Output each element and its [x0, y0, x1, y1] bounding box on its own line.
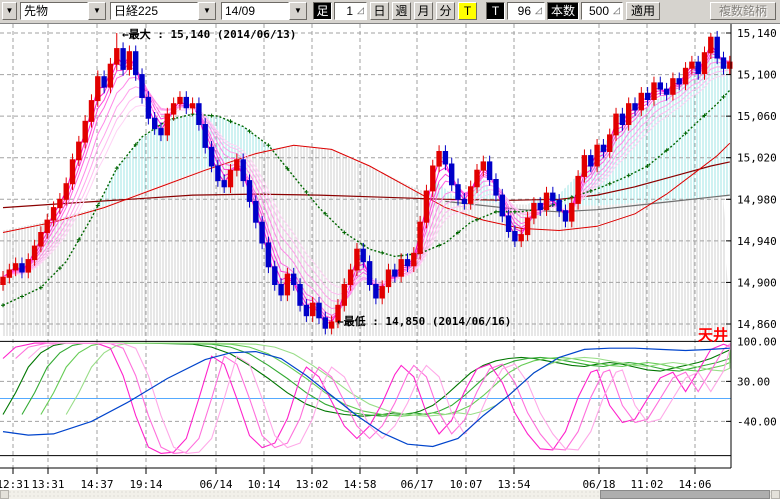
bar-count-value: 500 — [582, 3, 611, 19]
corner-dropdown-button[interactable]: ▼ — [2, 2, 17, 20]
svg-text:-40.00: -40.00 — [737, 415, 777, 428]
svg-text:30.00: 30.00 — [737, 375, 770, 388]
apply-button[interactable]: 適用 — [626, 2, 660, 20]
period-month-button[interactable]: 月 — [414, 2, 433, 20]
toolbar: ▼ 先物 ▼ 日経225 ▼ 14/09 ▼ 足 1 ◿ 日 週 月 分 T T… — [0, 0, 780, 24]
chart-application-window: ▼ 先物 ▼ 日経225 ▼ 14/09 ▼ 足 1 ◿ 日 週 月 分 T T… — [0, 0, 780, 500]
bar-count-stepper[interactable]: 500 ◿ — [581, 2, 623, 20]
instrument-value: 日経225 — [110, 2, 198, 20]
scrollbar-thumb[interactable] — [600, 490, 770, 499]
tick-label: T — [486, 2, 505, 20]
svg-text:14,860: 14,860 — [737, 318, 777, 331]
svg-text:←最大 : 15,140 (2014/06/13): ←最大 : 15,140 (2014/06/13) — [122, 27, 296, 41]
chevron-down-icon[interactable]: ▼ — [289, 2, 307, 20]
spinner-icon[interactable]: ◿ — [355, 3, 366, 19]
svg-text:15,140: 15,140 — [737, 27, 777, 40]
spinner-icon[interactable]: ◿ — [533, 3, 544, 19]
spinner-icon[interactable]: ◿ — [611, 3, 622, 19]
svg-text:14,980: 14,980 — [737, 193, 777, 206]
contract-month-combobox[interactable]: 14/09 ▼ — [221, 2, 307, 20]
bar-interval-value: 1 — [335, 3, 355, 19]
period-day-button[interactable]: 日 — [370, 2, 389, 20]
tick-size-stepper[interactable]: 96 ◿ — [507, 2, 545, 20]
svg-text:15,100: 15,100 — [737, 69, 777, 82]
chevron-down-icon[interactable]: ▼ — [198, 2, 216, 20]
contract-month-value: 14/09 — [221, 2, 289, 20]
chevron-down-icon[interactable]: ▼ — [88, 2, 106, 20]
bar-type-label: 足 — [313, 2, 332, 20]
scroll-left-arrow[interactable] — [0, 490, 9, 499]
period-tick-button[interactable]: T — [458, 2, 477, 20]
svg-text:14,940: 14,940 — [737, 235, 777, 248]
period-minute-button[interactable]: 分 — [436, 2, 455, 20]
price-and-oscillator-chart[interactable]: 15,140 15,100 15,060 15,020 14,980 14,940 14,9… — [0, 0, 780, 500]
tick-size-value: 96 — [508, 3, 533, 19]
bar-count-label: 本数 — [547, 2, 579, 20]
svg-text:←最低 : 14,850 (2014/06/16): ←最低 : 14,850 (2014/06/16) — [337, 314, 511, 328]
svg-text:14,900: 14,900 — [737, 276, 777, 289]
svg-text:15,060: 15,060 — [737, 110, 777, 123]
instrument-type-value: 先物 — [20, 2, 88, 20]
period-week-button[interactable]: 週 — [392, 2, 411, 20]
svg-text:15,020: 15,020 — [737, 152, 777, 165]
bar-interval-stepper[interactable]: 1 ◿ — [334, 2, 367, 20]
scroll-right-arrow[interactable] — [771, 490, 780, 499]
instrument-combobox[interactable]: 日経225 ▼ — [110, 2, 216, 20]
multi-symbol-button[interactable]: 複数銘柄 — [710, 2, 776, 20]
horizontal-scrollbar[interactable] — [0, 490, 780, 499]
instrument-type-combobox[interactable]: 先物 ▼ — [20, 2, 106, 20]
svg-text:100.00: 100.00 — [737, 335, 777, 348]
svg-text:天井: 天井 — [698, 326, 728, 344]
